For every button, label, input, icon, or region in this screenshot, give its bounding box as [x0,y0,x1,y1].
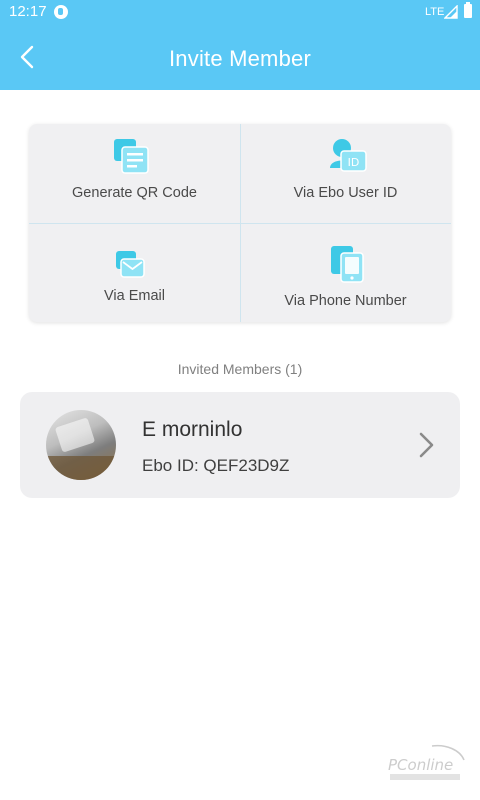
option-label: Generate QR Code [72,185,197,201]
battery-icon [464,2,472,18]
status-bar: 12:17 LTE [0,0,480,24]
via-ebo-user-id-option[interactable]: ID Via Ebo User ID [240,124,451,223]
app-bar: Invite Member [0,24,480,90]
option-label: Via Phone Number [284,293,407,309]
member-name: E morninlo [142,418,243,441]
invited-members-heading: Invited Members (1) [177,361,303,377]
pconline-watermark-logo: PConline [388,744,465,780]
member-list-item[interactable]: E morninlo Ebo ID: QEF23D9Z [20,392,460,498]
invite-options-card: Generate QR Code ID Via Ebo User ID Via … [29,124,451,322]
phone-icon [331,246,364,283]
network-type-label: LTE [425,6,445,18]
user-id-icon: ID [330,139,367,172]
signal-icon [444,5,458,19]
option-label: Via Ebo User ID [293,185,398,201]
generate-qr-code-option[interactable]: Generate QR Code [29,124,240,223]
qr-code-icon [114,139,149,174]
option-label: Via Email [104,288,165,304]
page-title: Invite Member [169,46,311,71]
avatar [46,410,116,480]
chevron-right-icon [419,432,434,458]
member-ebo-id: Ebo ID: QEF23D9Z [142,456,290,475]
svg-text:ID: ID [348,156,360,169]
svg-text:PConline: PConline [388,756,453,774]
status-time: 12:17 [9,3,47,20]
email-icon [116,251,145,278]
app-notification-icon [54,5,68,19]
via-email-option[interactable]: Via Email [29,223,240,322]
via-phone-number-option[interactable]: Via Phone Number [240,223,451,322]
